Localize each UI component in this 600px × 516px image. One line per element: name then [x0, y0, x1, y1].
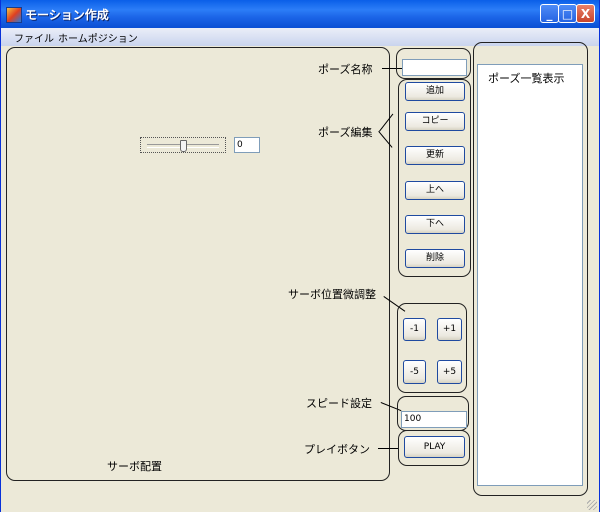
pose-edit-label: ポーズ編集: [318, 126, 373, 139]
minimize-button[interactable]: _: [540, 4, 559, 23]
minus-5-button[interactable]: -5: [403, 360, 426, 384]
servo-panel: [6, 47, 390, 481]
add-button[interactable]: 追加: [405, 82, 465, 101]
move-down-button[interactable]: 下へ: [405, 215, 465, 234]
title-bar[interactable]: モーション作成 _ □ X: [1, 0, 599, 28]
main-window: モーション作成 _ □ X ファイル ホームポジション 0 サーボ配置 ポーズ名…: [0, 0, 600, 513]
speed-label: スピード設定: [306, 397, 372, 410]
pose-edit-group: [398, 79, 471, 277]
plus-5-button[interactable]: +5: [437, 360, 462, 384]
play-button[interactable]: PLAY: [404, 436, 465, 458]
plus-1-button[interactable]: +1: [437, 318, 462, 341]
resize-grip[interactable]: [587, 500, 597, 510]
window-title: モーション作成: [25, 8, 109, 22]
menu-home-position[interactable]: ホームポジション: [58, 30, 138, 45]
pose-name-input[interactable]: [402, 59, 467, 76]
play-pointer: [378, 448, 398, 449]
servo-adjust-label: サーボ位置微調整: [288, 288, 376, 301]
move-up-button[interactable]: 上へ: [405, 181, 465, 200]
update-button[interactable]: 更新: [405, 146, 465, 165]
pose-list[interactable]: ポーズ一覧表示: [477, 64, 583, 486]
play-label: プレイボタン: [304, 443, 370, 456]
slider-thumb[interactable]: [180, 140, 187, 152]
pose-list-header: ポーズ一覧表示: [488, 72, 565, 85]
copy-button[interactable]: コピー: [405, 112, 465, 131]
pose-name-label: ポーズ名称: [318, 63, 373, 76]
speed-input[interactable]: 100: [401, 411, 467, 428]
servo-slider[interactable]: [140, 137, 226, 153]
bottom-edge: [0, 512, 600, 516]
maximize-button[interactable]: □: [558, 4, 577, 23]
menu-file[interactable]: ファイル: [14, 30, 54, 45]
minus-1-button[interactable]: -1: [403, 318, 426, 341]
servo-value-box[interactable]: 0: [234, 137, 260, 153]
delete-button[interactable]: 削除: [405, 249, 465, 268]
close-button[interactable]: X: [576, 4, 595, 23]
app-icon: [6, 7, 22, 23]
servo-panel-label: サーボ配置: [107, 460, 162, 473]
